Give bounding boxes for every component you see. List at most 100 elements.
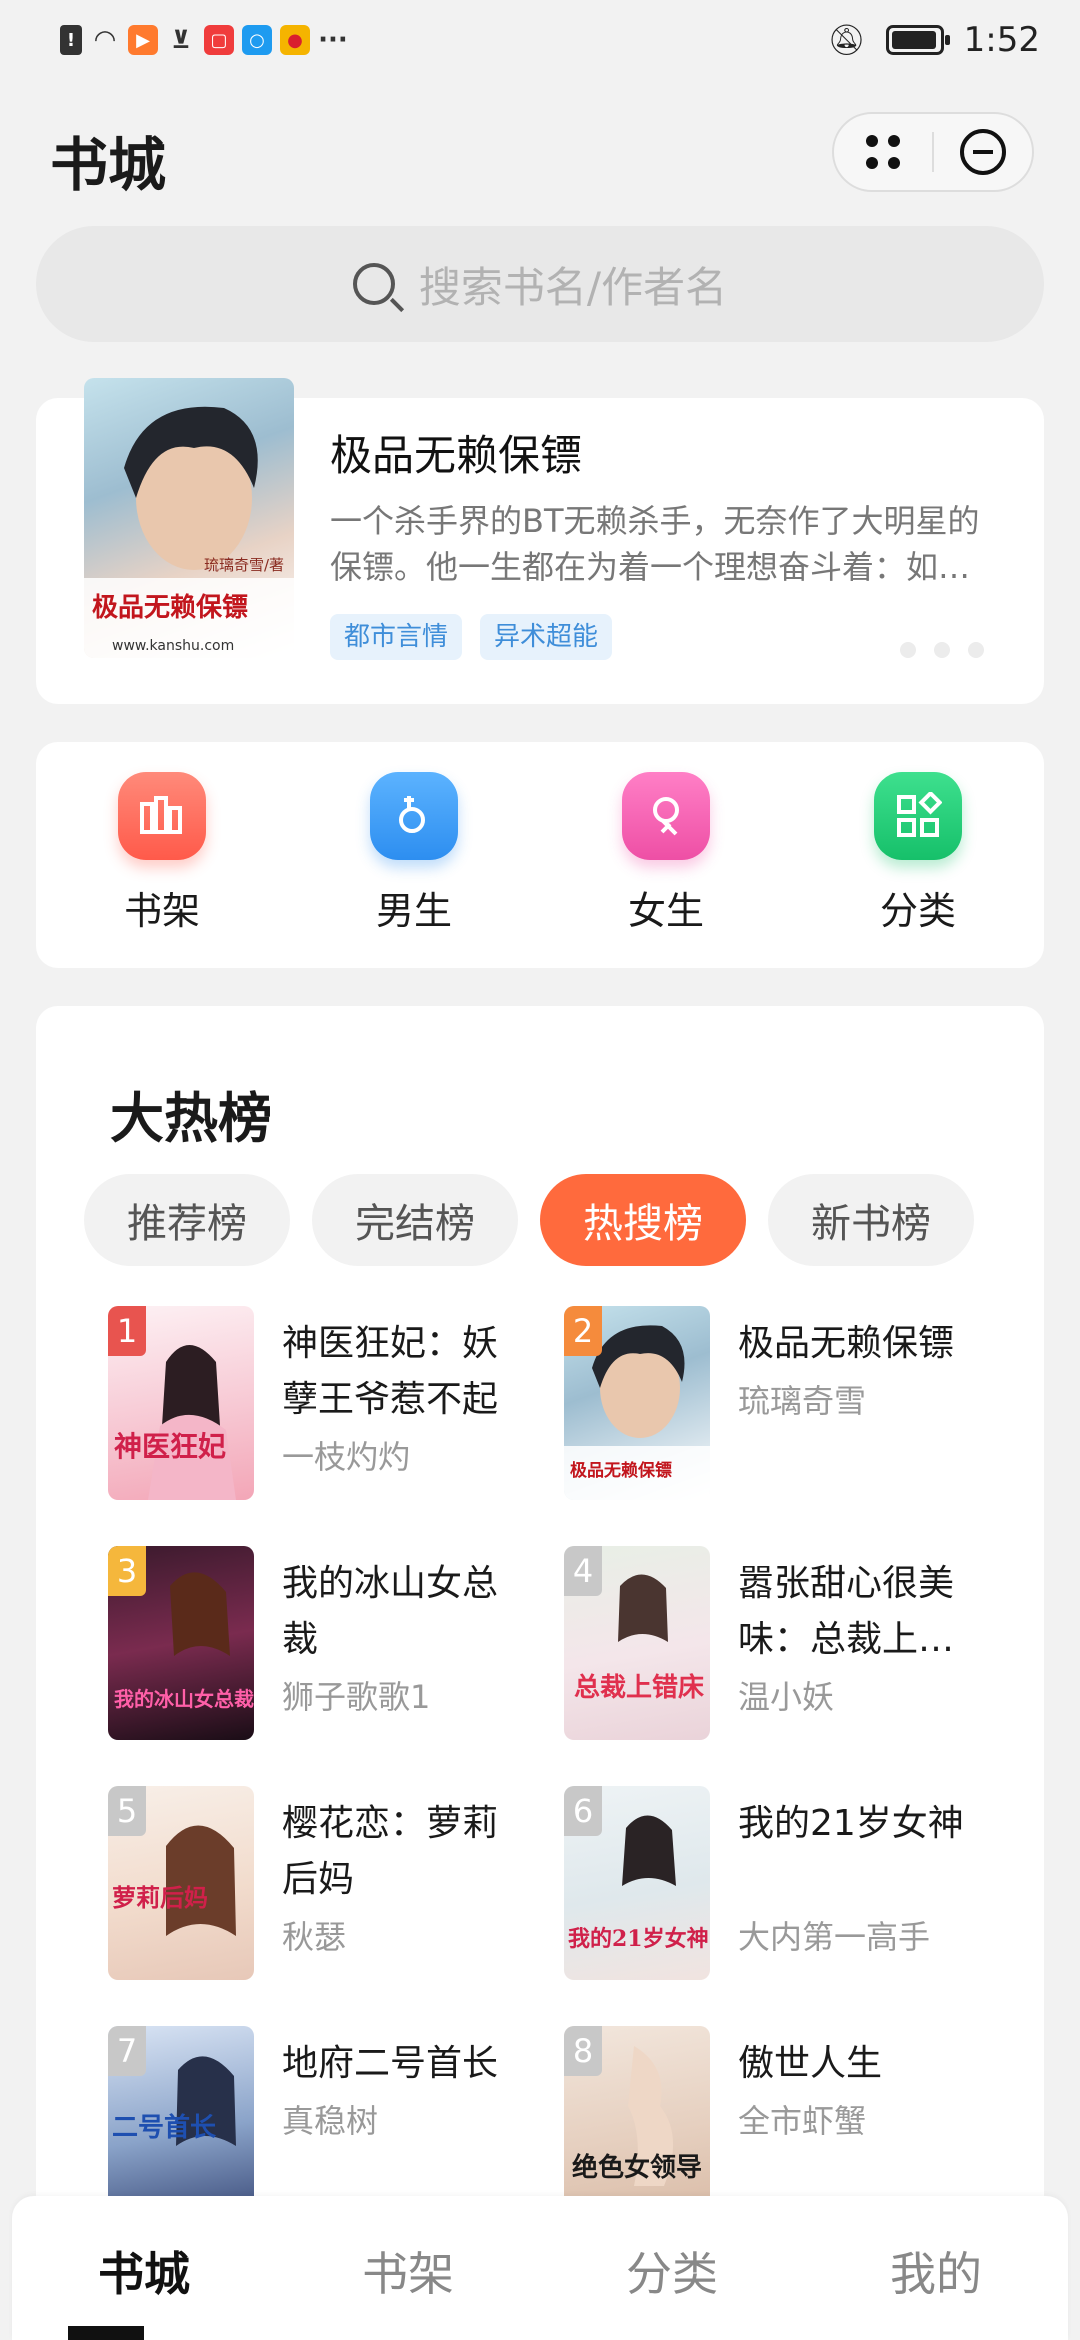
book-title: 地府二号首长 [282, 2043, 499, 2084]
book-title: 傲世人生 [738, 2043, 883, 2084]
cover-title-text: 绝色女领导 [572, 2152, 702, 2183]
tag[interactable]: 都市言情 [330, 614, 463, 660]
rank-badge: 2 [564, 1306, 602, 1356]
ranked-book[interactable]: 我的冰山女总裁 3 我的冰山女总裁 狮子歌歌1 [108, 1546, 548, 1746]
book-author: 真稳树 [282, 2102, 379, 2140]
cover-title-text: 萝莉后妈 [112, 1883, 208, 1912]
more-menu-button[interactable] [834, 114, 932, 190]
female-icon [622, 772, 710, 860]
tag[interactable]: 异术超能 [480, 614, 613, 660]
book-author: 温小妖 [738, 1678, 835, 1716]
rank-badge: 6 [564, 1786, 602, 1836]
status-time: 1:52 [963, 20, 1040, 60]
book-title: 极品无赖保镖 [738, 1323, 955, 1364]
search-bar[interactable]: 搜索书名/作者名 [36, 226, 1044, 342]
cover-title-text: 我的21岁女神 [568, 1926, 709, 1952]
quick-nav-label: 男生 [375, 889, 452, 933]
rank-badge: 4 [564, 1546, 602, 1596]
book-title: 我的21岁女神 [738, 1803, 964, 1844]
tab-mine[interactable]: 我的 [804, 2196, 1068, 2340]
tab-label: 书城 [98, 2247, 190, 2301]
video-app-icon: ▶ [128, 25, 158, 55]
alert-icon: ! [60, 25, 82, 55]
page-dot [968, 642, 984, 658]
cover-title-text: 极品无赖保镖 [92, 592, 248, 623]
cover-site-text: www.kanshu.com [112, 638, 234, 654]
featured-book-title: 极品无赖保镖 [330, 431, 583, 480]
page-dot [934, 642, 950, 658]
hot-ranking-section: 大热榜 推荐榜 完结榜 热搜榜 新书榜 神医狂妃 1 神医狂妃：妖孽王爷惹不起 … [36, 1006, 1044, 2340]
mute-icon: 🔕︎ [827, 22, 866, 58]
tab-hot-search[interactable]: 热搜榜 [540, 1174, 746, 1266]
search-app-icon: ○ [242, 25, 272, 55]
category-icon [874, 772, 962, 860]
book-author: 大内第一高手 [738, 1918, 931, 1956]
more-icon: ··· [318, 25, 348, 55]
battery-icon [885, 25, 950, 55]
tab-label: 分类 [626, 2247, 718, 2301]
section-title: 大热榜 [110, 1087, 272, 1150]
quick-nav-label: 分类 [879, 889, 956, 933]
status-bar: ! ◠ ▶ ⊻ ▢ ○ ● ··· 🔕︎ 1:52 [0, 0, 1080, 80]
book-author: 一枝灼灼 [282, 1438, 411, 1476]
tab-recommended[interactable]: 推荐榜 [84, 1174, 290, 1266]
ranked-book[interactable]: 我的21岁女神 6 我的21岁女神 大内第一高手 [564, 1786, 1004, 1986]
weibo-app-icon: ● [280, 25, 310, 55]
featured-book-description: 一个杀手界的BT无赖杀手，无奈作了大明星的保镖。他一生都在为着一个理想奋斗着：如… [330, 502, 980, 586]
book-title: 我的冰山女总裁 [282, 1563, 499, 1660]
quick-nav-label: 女生 [627, 889, 704, 933]
bookshelf-icon [118, 772, 206, 860]
cover-title-text: 总裁上错床 [574, 1672, 704, 1703]
active-tab-indicator [68, 2326, 144, 2340]
quick-nav-male[interactable]: 男生 [288, 742, 540, 968]
tab-label: 我的 [890, 2247, 982, 2301]
page-title: 书城 [50, 131, 167, 199]
book-title: 神医狂妃：妖孽王爷惹不起 [282, 1323, 499, 1420]
featured-banner[interactable]: 琉璃奇雪/著 极品无赖保镖 www.kanshu.com 极品无赖保镖 一个杀手… [36, 378, 1044, 704]
quick-nav: 书架 男生 女生 分类 [36, 742, 1044, 968]
tab-new-books[interactable]: 新书榜 [768, 1174, 974, 1266]
tab-bookshelf[interactable]: 书架 [276, 2196, 540, 2340]
rank-badge: 7 [108, 2026, 146, 2076]
quick-nav-category[interactable]: 分类 [792, 742, 1044, 968]
four-dots-icon [866, 135, 900, 169]
bottom-tab-bar: 书城 书架 分类 我的 [12, 2196, 1068, 2340]
cover-title-text: 极品无赖保镖 [570, 1460, 672, 1481]
cart-app-icon: ⊻ [171, 26, 191, 54]
quick-nav-bookshelf[interactable]: 书架 [36, 742, 288, 968]
tab-completed[interactable]: 完结榜 [312, 1174, 518, 1266]
book-author: 秋瑟 [282, 1918, 347, 1956]
miniapp-capsule [832, 112, 1034, 192]
cover-title-text: 二号首长 [112, 2112, 217, 2143]
cover-title-text: 神医狂妃 [114, 1430, 226, 1463]
featured-book-cover[interactable]: 琉璃奇雪/著 极品无赖保镖 www.kanshu.com [84, 378, 294, 658]
page-dot [900, 642, 916, 658]
book-author: 狮子歌歌1 [282, 1678, 431, 1716]
tab-label: 书架 [362, 2247, 454, 2301]
cover-author-text: 琉璃奇雪/著 [204, 556, 284, 574]
rank-badge: 5 [108, 1786, 146, 1836]
featured-book-tags: 都市言情 异术超能 [330, 614, 613, 660]
ranked-book[interactable]: 萝莉后妈 5 樱花恋：萝莉后妈 秋瑟 [108, 1786, 548, 1986]
ranked-book[interactable]: 总裁上错床 4 嚣张甜心很美味：总裁上… 温小妖 [564, 1546, 1004, 1746]
ranked-book[interactable]: 神医狂妃 1 神医狂妃：妖孽王爷惹不起 一枝灼灼 [108, 1306, 548, 1506]
book-title: 嚣张甜心很美味：总裁上… [738, 1563, 955, 1660]
book-author: 全市虾蟹 [738, 2102, 867, 2140]
male-icon [370, 772, 458, 860]
header: 书城 [0, 100, 1080, 210]
banner-page-indicator [900, 642, 984, 658]
tab-category[interactable]: 分类 [540, 2196, 804, 2340]
minimize-icon [960, 129, 1006, 175]
close-miniapp-button[interactable] [934, 114, 1032, 190]
tab-bookstore[interactable]: 书城 [12, 2196, 276, 2340]
book-author: 琉璃奇雪 [738, 1382, 867, 1420]
rank-badge: 1 [108, 1306, 146, 1356]
quick-nav-label: 书架 [123, 889, 200, 933]
book-app-icon: ▢ [204, 25, 234, 55]
search-icon [352, 263, 395, 305]
search-placeholder: 搜索书名/作者名 [418, 262, 728, 312]
rank-badge: 8 [564, 2026, 602, 2076]
quick-nav-female[interactable]: 女生 [540, 742, 792, 968]
ranked-book[interactable]: 极品无赖保镖 2 极品无赖保镖 琉璃奇雪 [564, 1306, 1004, 1506]
rank-badge: 3 [108, 1546, 146, 1596]
